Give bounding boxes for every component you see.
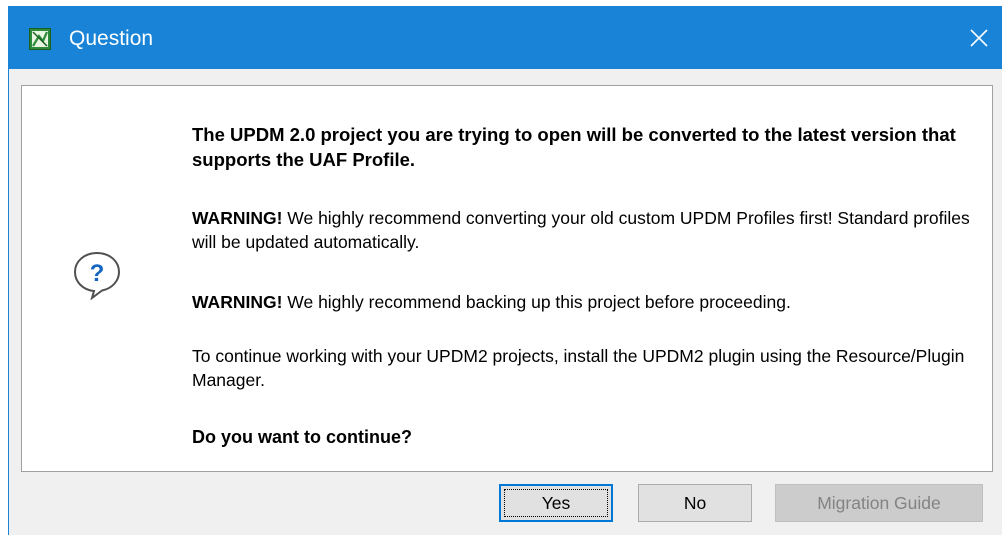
- warning-convert-body: We highly recommend converting your old …: [192, 208, 970, 252]
- warning-convert-text: WARNING! We highly recommend converting …: [192, 206, 982, 254]
- warning-backup-text: WARNING! We highly recommend backing up …: [192, 290, 982, 314]
- focus-indicator: [504, 489, 608, 517]
- warning-label: WARNING!: [192, 208, 283, 228]
- yes-button[interactable]: Yes: [499, 484, 613, 522]
- close-icon: [970, 29, 988, 47]
- plugin-info-text: To continue working with your UPDM2 proj…: [192, 346, 965, 390]
- message-panel: ? The UPDM 2.0 project you are trying to…: [21, 85, 993, 472]
- svg-text:?: ?: [90, 260, 105, 287]
- title-bar[interactable]: Question: [9, 6, 1002, 69]
- warning-backup-body: We highly recommend backing up this proj…: [282, 292, 791, 312]
- no-button-label: No: [683, 493, 707, 513]
- window-title: Question: [69, 27, 154, 50]
- headline-text: The UPDM 2.0 project you are trying to o…: [192, 124, 956, 170]
- continue-prompt: Do you want to continue?: [192, 427, 412, 447]
- question-dialog: Question ? The UPDM 2.0 project you are …: [8, 6, 1002, 535]
- close-button[interactable]: [957, 6, 1002, 69]
- migration-guide-label: Migration Guide: [817, 493, 941, 513]
- warning-label: WARNING!: [192, 292, 283, 312]
- question-balloon-icon: ?: [72, 250, 122, 301]
- no-button[interactable]: No: [638, 484, 752, 522]
- app-icon: [29, 28, 51, 50]
- migration-guide-button[interactable]: Migration Guide: [775, 484, 983, 522]
